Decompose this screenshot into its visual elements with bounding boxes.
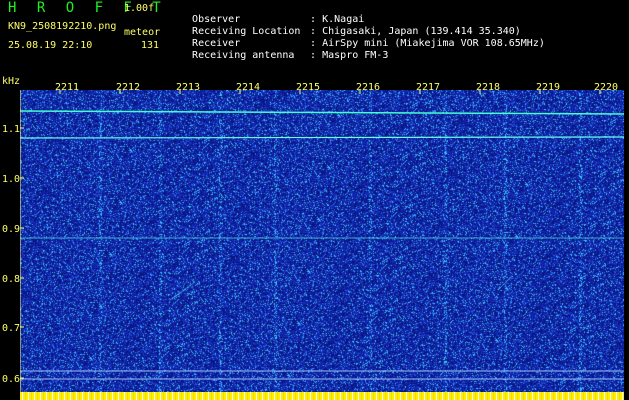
time-marker-band: [20, 392, 624, 400]
antenna-row: Receiving antenna: Maspro FM-3: [180, 39, 388, 61]
meteor-count: 131: [141, 40, 160, 51]
meteor-label: meteor: [124, 27, 161, 38]
file-name: KN9_2508192210.png: [8, 21, 117, 32]
separator: :: [310, 50, 317, 61]
spectrogram-plot: [20, 90, 624, 392]
antenna-label: Receiving antenna: [192, 50, 295, 61]
y-tick-label: 1.0: [2, 174, 21, 185]
y-tick-label: 0.9: [2, 224, 21, 235]
spectrogram-overlay: [20, 90, 624, 392]
y-tick-label: 0.8: [2, 274, 21, 285]
y-tick-label: 0.6: [2, 374, 21, 385]
y-tick-marks: [20, 127, 24, 379]
y-tick-label: 0.7: [2, 323, 21, 334]
carrier-line-upper: [20, 110, 624, 115]
carrier-line-lower: [20, 136, 624, 139]
version-label: 1.00f: [124, 3, 155, 14]
antenna-value: Maspro FM-3: [322, 50, 389, 61]
y-axis-unit: kHz: [2, 76, 21, 87]
y-tick-label: 1.1: [2, 124, 21, 135]
timestamp: 25.08.19 22:10: [8, 40, 93, 51]
minute-tick-marks: [59, 90, 601, 94]
